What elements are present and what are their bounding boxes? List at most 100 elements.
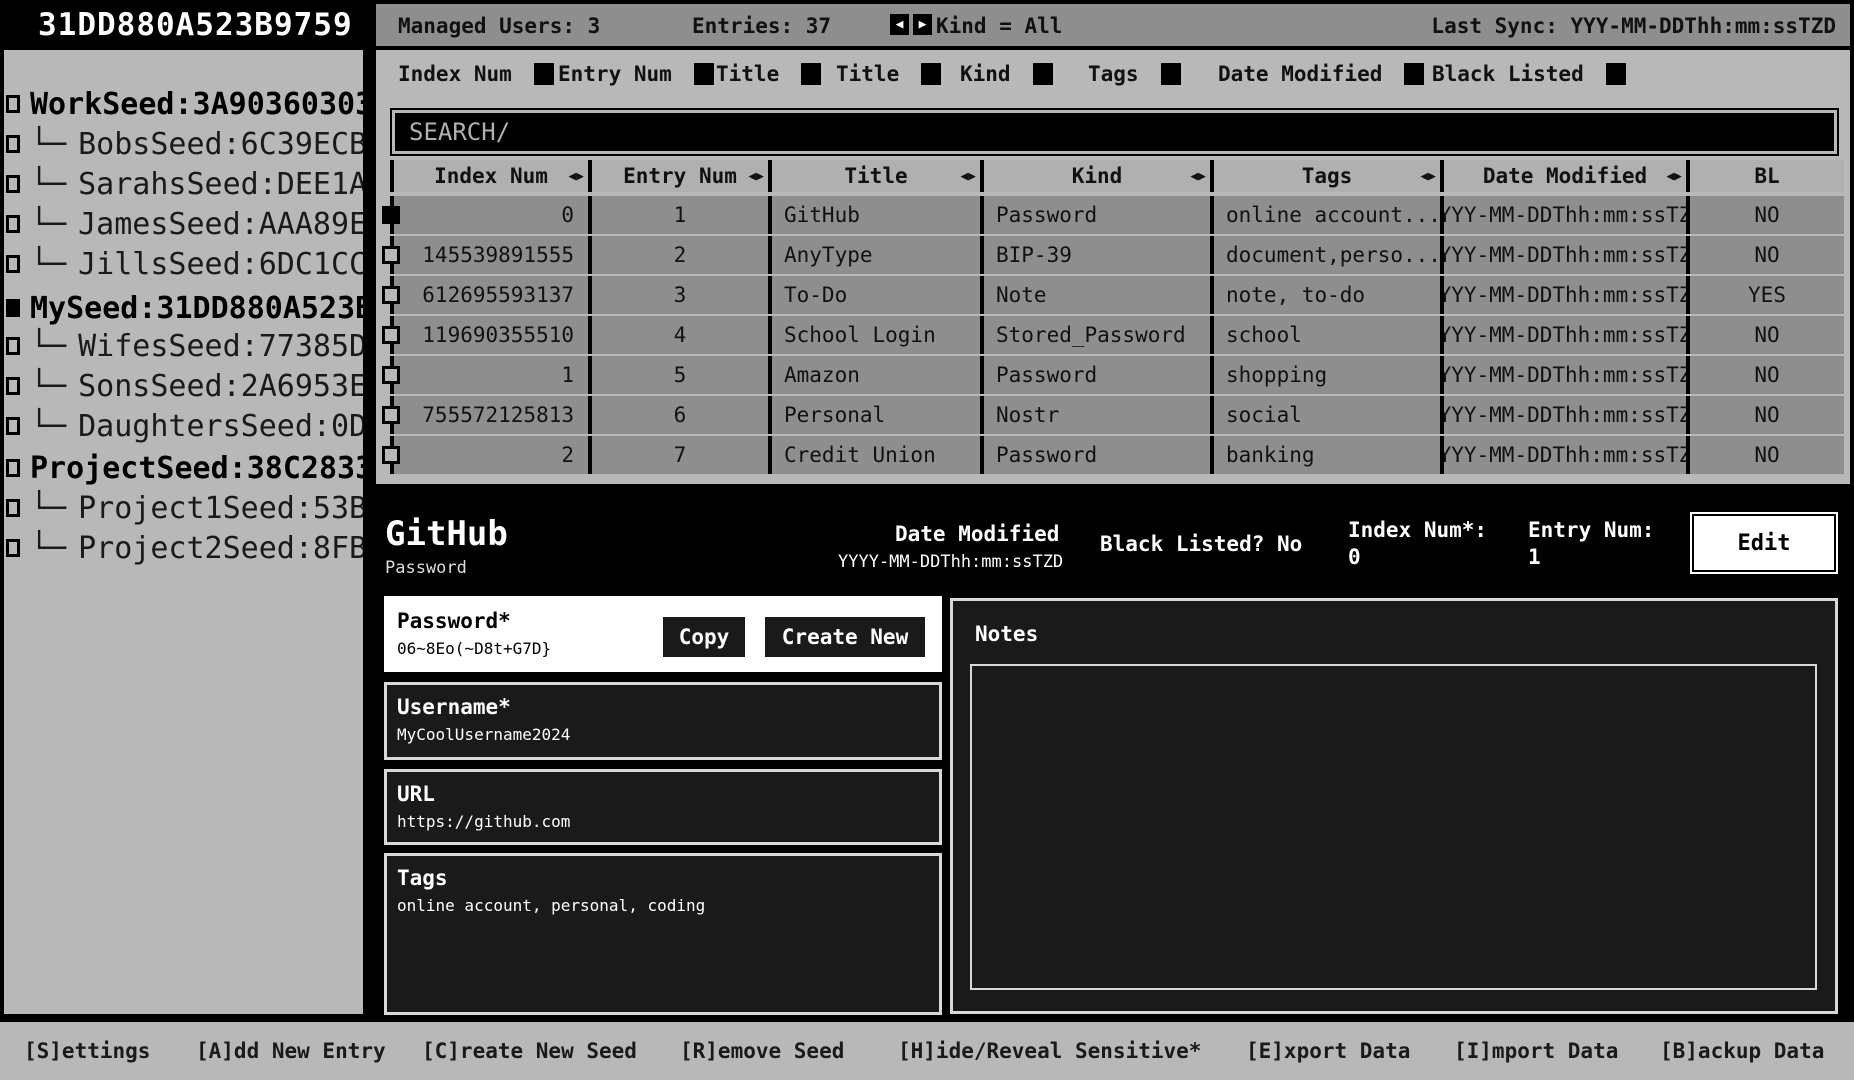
table-row[interactable]: 27Credit UnionPasswordbankingYYYY-MM-DDT… <box>382 436 1844 476</box>
seed-item[interactable]: └─ DaughtersSeed:0D <box>4 406 363 446</box>
column-toggle-checkbox[interactable] <box>1404 63 1425 85</box>
column-header[interactable]: Date Modified ◀▶ <box>1440 160 1686 192</box>
create-new-password-button[interactable]: Create New <box>765 617 925 657</box>
column-header[interactable]: BL <box>1686 160 1844 192</box>
sort-arrows-icon[interactable]: ◀▶ <box>1666 169 1682 184</box>
column-toggle-checkbox[interactable] <box>1605 63 1626 85</box>
table-row[interactable]: 7555721258136PersonalNostrsocialYYYY-MM-… <box>382 396 1844 436</box>
column-header[interactable]: Entry Num ◀▶ <box>588 160 768 192</box>
url-value[interactable]: https://github.com <box>397 812 929 831</box>
sort-arrows-icon[interactable]: ◀▶ <box>960 169 976 184</box>
column-header-label: Kind <box>1071 164 1123 188</box>
seed-item[interactable]: └─ JamesSeed:AAA89E <box>4 204 363 244</box>
seed-item[interactable]: └─ SonsSeed:2A6953E <box>4 366 363 406</box>
column-toggle-checkbox[interactable] <box>921 63 942 85</box>
column-toggle-label: Title <box>836 62 900 86</box>
column-toggle[interactable]: Tags <box>1088 62 1181 86</box>
sort-arrows-icon[interactable]: ◀▶ <box>748 169 764 184</box>
seed-checkbox[interactable] <box>6 499 20 517</box>
row-checkbox[interactable] <box>382 366 400 384</box>
seed-item[interactable]: └─ JillsSeed:6DC1CC <box>4 244 363 284</box>
seed-checkbox[interactable] <box>6 377 20 395</box>
table-cell-kind: Password <box>980 356 1210 394</box>
column-header[interactable]: Kind ◀▶ <box>980 160 1210 192</box>
url-field[interactable]: URL https://github.com <box>384 769 942 845</box>
notes-textarea[interactable] <box>970 664 1817 990</box>
sort-arrows-icon[interactable]: ◀▶ <box>1420 169 1436 184</box>
status-bar: Managed Users: 3 Entries: 37 ◀ ▶ Kind = Al… <box>376 4 1850 46</box>
seed-item[interactable]: └─ WifesSeed:77385D <box>4 326 368 366</box>
row-checkbox[interactable] <box>382 446 400 464</box>
shortcut-item[interactable]: [R]emove Seed <box>680 1039 844 1063</box>
column-toggle[interactable]: Kind <box>960 62 1053 86</box>
seed-item[interactable]: └─ Project2Seed:8FB <box>4 528 363 568</box>
username-value[interactable]: MyCoolUsername2024 <box>397 725 929 744</box>
column-toggle[interactable]: Black Listed <box>1432 62 1626 86</box>
kind-filter[interactable]: ◀ ▶ Kind = All <box>890 14 1062 38</box>
username-field[interactable]: Username* MyCoolUsername2024 <box>384 682 942 760</box>
seed-label: WifesSeed:77385D <box>78 328 368 364</box>
column-toggle[interactable]: Title <box>716 62 822 86</box>
shortcut-item[interactable]: [C]reate New Seed <box>422 1039 637 1063</box>
row-checkbox[interactable] <box>382 326 400 344</box>
seed-label: WorkSeed:3A90360303 <box>30 86 368 122</box>
seed-item[interactable]: └─ Project1Seed:53B <box>4 488 363 528</box>
seed-item[interactable]: └─ BobsSeed:6C39ECBD <box>4 124 363 164</box>
seed-checkbox[interactable] <box>6 417 20 435</box>
seed-checkbox[interactable] <box>6 539 20 557</box>
shortcut-item[interactable]: [A]dd New Entry <box>196 1039 386 1063</box>
table-cell-bl: NO <box>1686 396 1844 434</box>
seed-item[interactable]: WorkSeed:3A90360303 <box>4 84 368 124</box>
table-header: Index Num ◀▶ Entry Num ◀▶ Title ◀▶ Kind ◀▶ Tags ◀… <box>390 160 1844 192</box>
column-toggle[interactable]: Index Num <box>398 62 554 86</box>
column-toggle-checkbox[interactable] <box>1160 63 1181 85</box>
column-header[interactable]: Title ◀▶ <box>768 160 980 192</box>
seed-checkbox[interactable] <box>6 95 20 113</box>
row-checkbox[interactable] <box>382 206 400 224</box>
shortcut-item[interactable]: [S]ettings <box>24 1039 150 1063</box>
seed-item[interactable]: MySeed:31DD880A523B <box>4 288 363 328</box>
seed-checkbox[interactable] <box>6 299 20 317</box>
sort-arrows-icon[interactable]: ◀▶ <box>1190 169 1206 184</box>
seed-checkbox[interactable] <box>6 459 20 477</box>
column-header[interactable]: Tags ◀▶ <box>1210 160 1440 192</box>
table-cell-date: YYYY-MM-DDThh:mm:ssTZD <box>1440 236 1686 274</box>
row-checkbox[interactable] <box>382 286 400 304</box>
next-kind-icon[interactable]: ▶ <box>913 14 932 35</box>
column-toggle[interactable]: Entry Num <box>558 62 714 86</box>
shortcut-item[interactable]: [E]xport Data <box>1246 1039 1410 1063</box>
sort-arrows-icon[interactable]: ◀▶ <box>568 169 584 184</box>
column-toggle-checkbox[interactable] <box>693 63 714 85</box>
tags-label: Tags <box>397 866 448 890</box>
tags-field[interactable]: Tags online account, personal, coding <box>384 853 942 1015</box>
seed-checkbox[interactable] <box>6 337 20 355</box>
prev-kind-icon[interactable]: ◀ <box>890 14 909 35</box>
table-row[interactable]: 6126955931373To-DoNotenote, to-doYYYY-MM… <box>382 276 1844 316</box>
column-toggle-checkbox[interactable] <box>801 63 822 85</box>
column-header[interactable]: Index Num ◀▶ <box>390 160 588 192</box>
seed-checkbox[interactable] <box>6 215 20 233</box>
shortcut-item[interactable]: [B]ackup Data <box>1660 1039 1824 1063</box>
row-checkbox[interactable] <box>382 406 400 424</box>
column-toggle-checkbox[interactable] <box>533 63 554 85</box>
shortcut-item[interactable]: [H]ide/Reveal Sensitive* <box>898 1039 1201 1063</box>
search-input[interactable]: SEARCH/ <box>390 108 1839 156</box>
seed-checkbox[interactable] <box>6 255 20 273</box>
seed-item[interactable]: ProjectSeed:38C2833 <box>4 448 363 488</box>
table-row[interactable]: 119690355510 4 School Login Stored_Password… <box>382 316 1844 356</box>
seed-checkbox[interactable] <box>6 175 20 193</box>
shortcut-item[interactable]: [I]mport Data <box>1454 1039 1618 1063</box>
column-toggle[interactable]: Title <box>836 62 942 86</box>
seed-item[interactable]: └─ SarahsSeed:DEE1A1 <box>4 164 363 204</box>
column-toggle[interactable]: Date Modified <box>1218 62 1425 86</box>
tags-value[interactable]: online account, personal, coding <box>397 896 929 915</box>
edit-button[interactable]: Edit <box>1690 512 1838 574</box>
row-checkbox[interactable] <box>382 246 400 264</box>
date-modified-value: YYYY-MM-DDThh:mm:ssTZD <box>838 552 1064 572</box>
table-row[interactable]: 01GitHubPasswordonline account...YYYY-MM… <box>382 196 1844 236</box>
seed-checkbox[interactable] <box>6 135 20 153</box>
table-row[interactable]: 15AmazonPasswordshoppingYYYY-MM-DDThh:mm… <box>382 356 1844 396</box>
column-toggle-checkbox[interactable] <box>1032 63 1053 85</box>
copy-password-button[interactable]: Copy <box>663 617 745 657</box>
table-row[interactable]: 145539891555 2 AnyType BIP-39 document,perso… <box>382 236 1844 276</box>
